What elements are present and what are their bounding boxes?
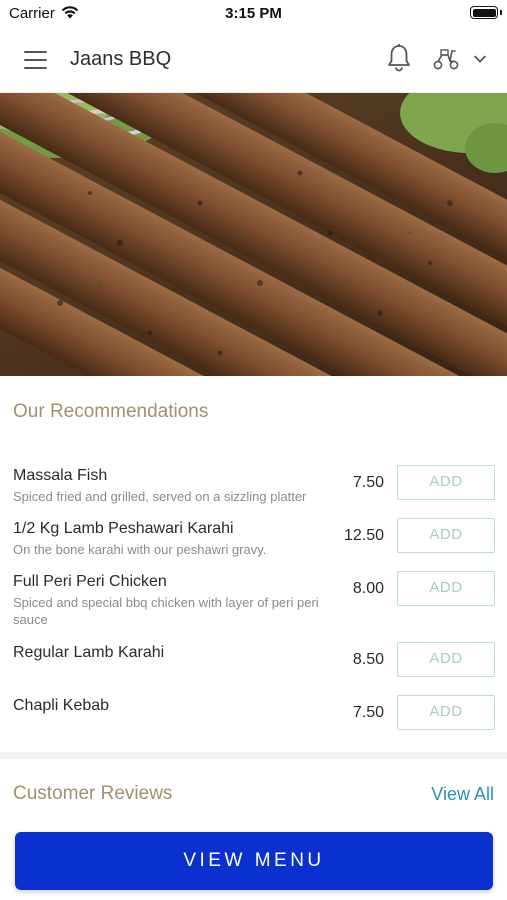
item-description: Spiced fried and grilled, served on a si… — [13, 489, 307, 504]
menu-item: 1/2 Kg Lamb Peshawari Karahi On the bone… — [13, 516, 495, 566]
bell-icon[interactable] — [386, 43, 412, 73]
view-all-reviews-link[interactable]: View All — [431, 784, 494, 805]
item-name: Regular Lamb Karahi — [13, 644, 165, 661]
battery-icon — [470, 6, 498, 19]
view-menu-button[interactable]: VIEW MENU — [15, 832, 493, 890]
app-header: Jaans BBQ — [0, 26, 507, 93]
add-button[interactable]: ADD — [397, 465, 495, 500]
item-description: On the bone karahi with our peshawri gra… — [13, 542, 267, 557]
item-name: Massala Fish — [13, 467, 108, 484]
item-name: 1/2 Kg Lamb Peshawari Karahi — [13, 520, 234, 537]
section-divider — [0, 752, 507, 759]
item-description: Spiced and special bbq chicken with laye… — [13, 595, 319, 627]
item-price: 7.50 — [352, 704, 384, 721]
menu-item: Massala Fish Spiced fried and grilled, s… — [13, 463, 495, 513]
menu-icon[interactable] — [24, 51, 47, 69]
kebab-illustration — [0, 93, 507, 376]
item-price: 7.50 — [352, 474, 384, 491]
menu-item: Regular Lamb Karahi 8.50 ADD — [13, 640, 495, 680]
status-bar: Carrier 3:15 PM — [0, 0, 507, 26]
item-name: Full Peri Peri Chicken — [13, 573, 167, 590]
item-price: 12.50 — [343, 527, 384, 544]
add-button[interactable]: ADD — [397, 695, 495, 730]
battery-tip — [500, 10, 502, 15]
item-name: Chapli Kebab — [13, 697, 110, 714]
menu-item: Full Peri Peri Chicken Spiced and specia… — [13, 569, 495, 637]
hero-food-image — [0, 93, 507, 376]
clock: 3:15 PM — [225, 5, 282, 22]
recommendations-heading: Our Recommendations — [13, 401, 209, 422]
item-price: 8.50 — [352, 651, 384, 668]
menu-item: Chapli Kebab 7.50 ADD — [13, 693, 495, 733]
item-price: 8.00 — [352, 580, 384, 597]
add-button[interactable]: ADD — [397, 642, 495, 677]
add-button[interactable]: ADD — [397, 571, 495, 606]
scooter-icon[interactable] — [432, 46, 460, 72]
reviews-heading: Customer Reviews — [13, 783, 173, 804]
add-button[interactable]: ADD — [397, 518, 495, 553]
chevron-down-icon[interactable] — [473, 52, 487, 66]
restaurant-title: Jaans BBQ — [70, 48, 172, 70]
